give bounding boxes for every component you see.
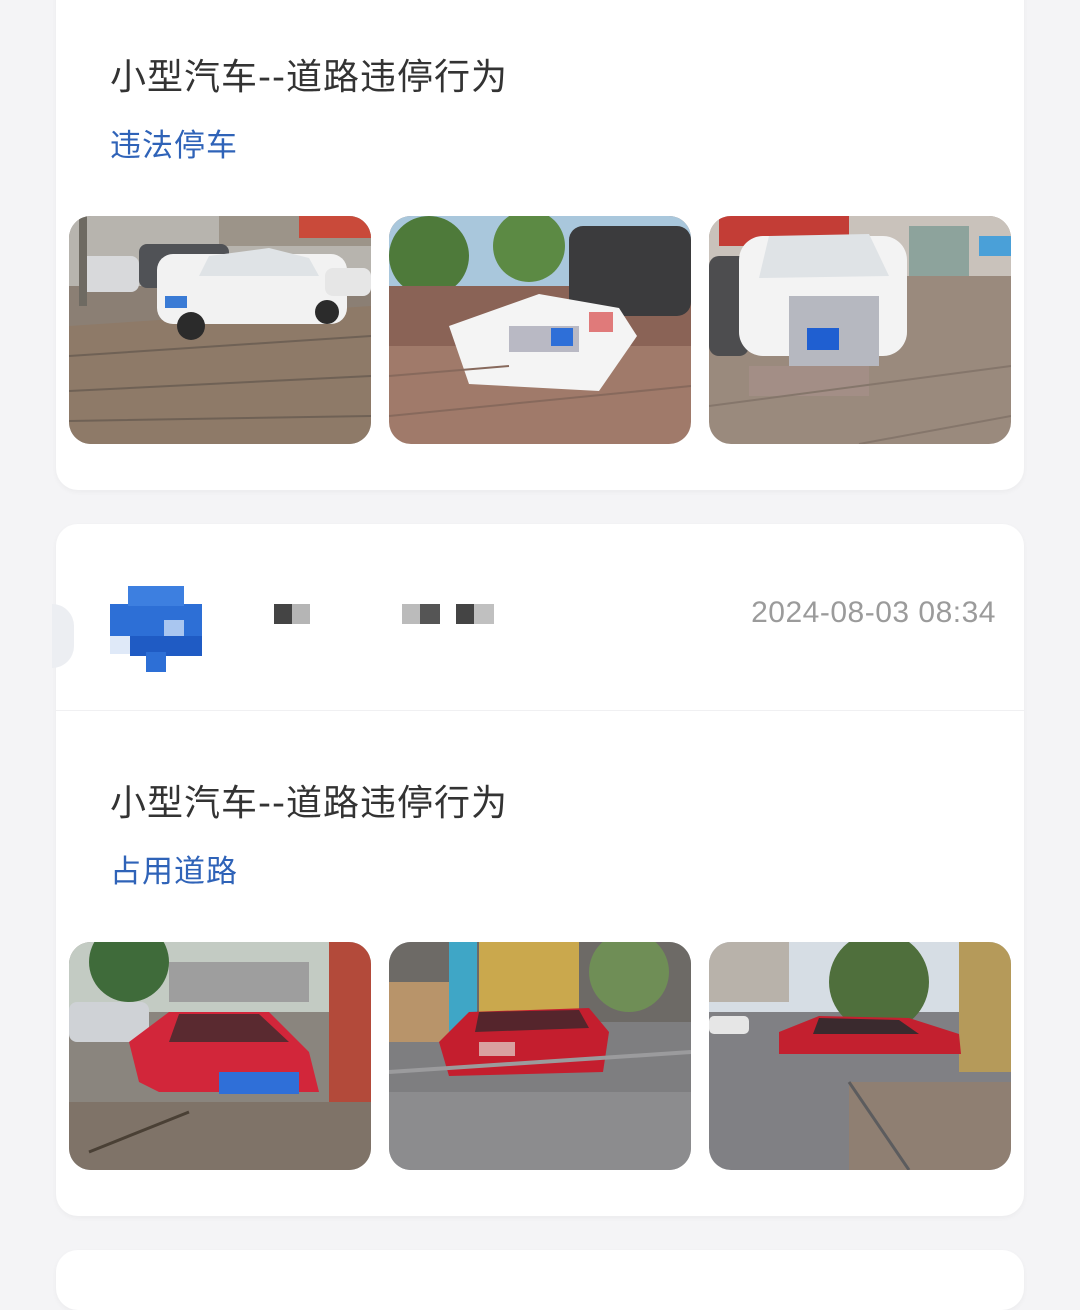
evidence-photo[interactable] (389, 942, 691, 1170)
user-location-redacted (402, 604, 494, 624)
violation-title: 小型汽车--道路违停行为 (110, 57, 508, 98)
evidence-photo[interactable] (709, 942, 1011, 1170)
evidence-photo[interactable] (69, 216, 371, 444)
post-timestamp: 2024-08-03 08:34 (751, 596, 996, 629)
post-header: 2024-08-03 08:34 (52, 524, 1024, 711)
evidence-photo[interactable] (709, 216, 1011, 444)
violation-tag[interactable]: 占用道路 (110, 846, 238, 891)
avatar[interactable] (110, 586, 202, 672)
evidence-photo[interactable] (69, 942, 371, 1170)
violation-tag[interactable]: 违法停车 (110, 120, 238, 165)
violation-card[interactable]: 小型汽车--道路违停行为 违法停车 (56, 0, 1024, 490)
user-name-redacted (274, 604, 310, 624)
card-edge-decoration (52, 604, 74, 668)
violation-title: 小型汽车--道路违停行为 (110, 783, 508, 824)
violation-card[interactable] (56, 1250, 1024, 1310)
violation-card[interactable]: 2024-08-03 08:34 小型汽车--道路违停行为 占用道路 (52, 524, 1024, 1216)
evidence-photo[interactable] (389, 216, 691, 444)
